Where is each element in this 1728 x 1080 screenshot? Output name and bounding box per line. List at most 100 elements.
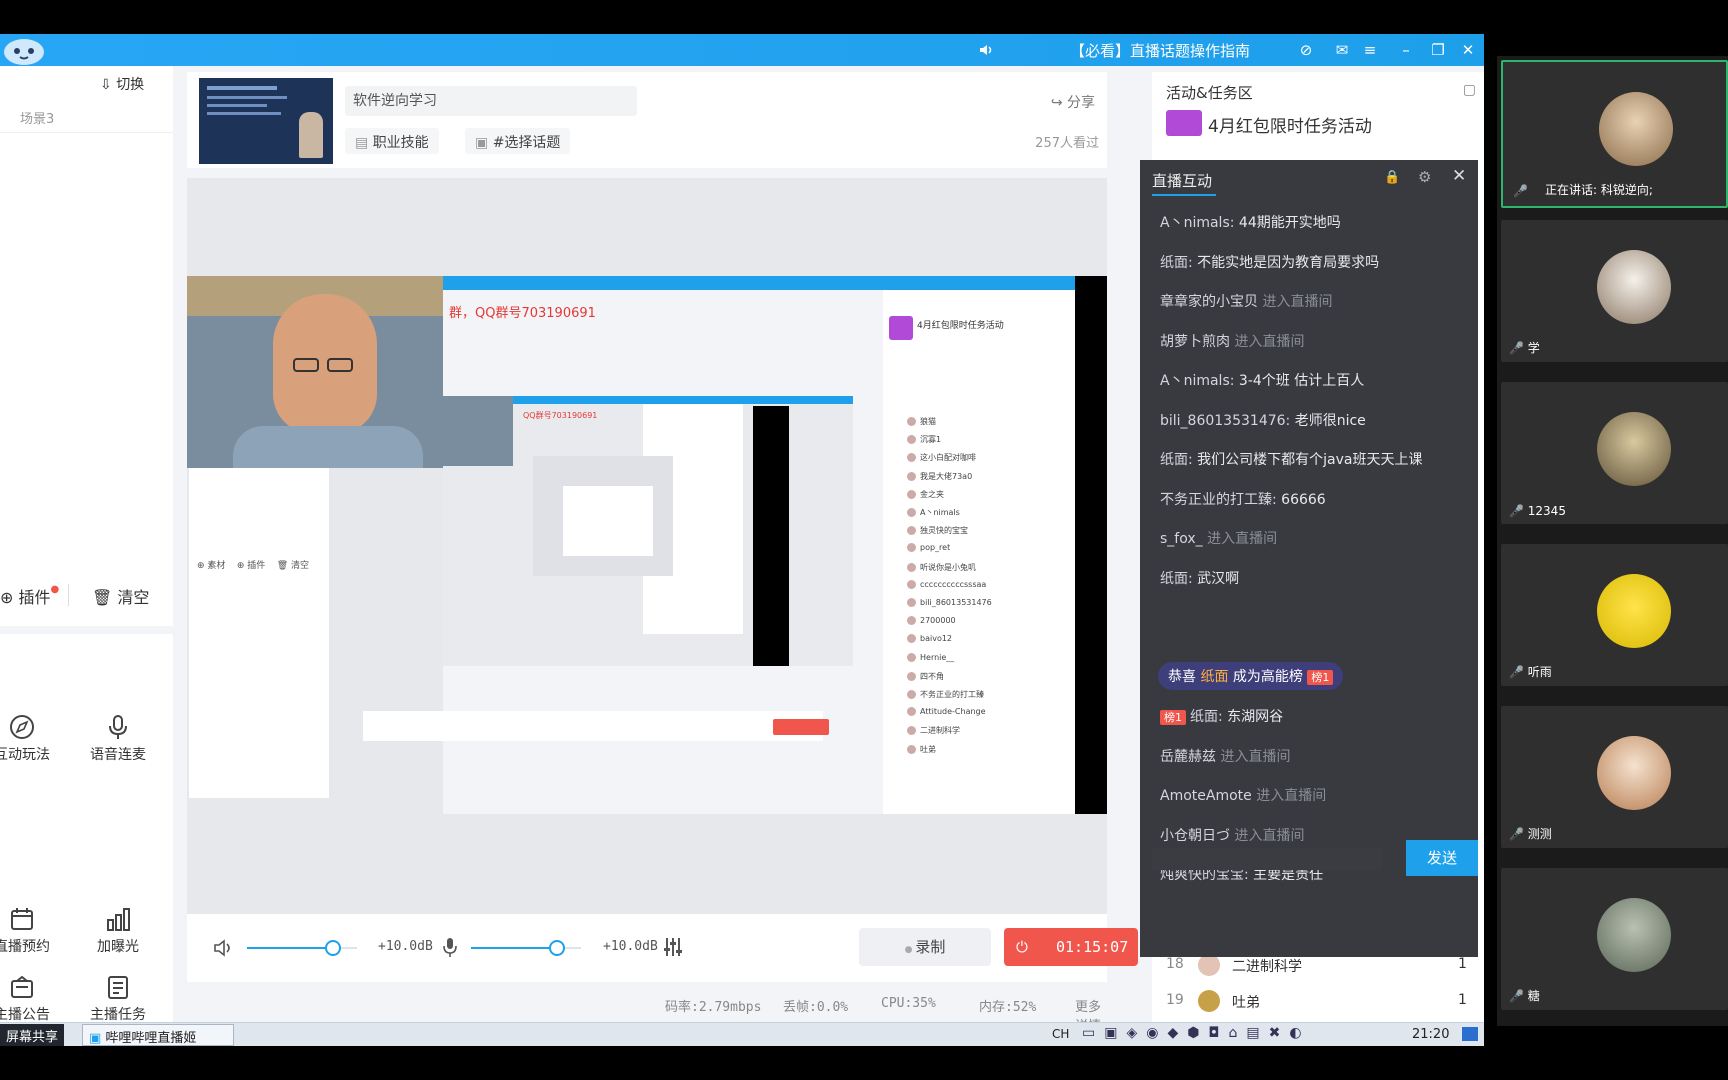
chat-text: 不能实地是因为教育局要求吗	[1197, 254, 1380, 271]
tray-icons[interactable]: ▭▣◈◉◆⬢◘⌂▤✖◐	[1082, 1025, 1311, 1041]
chat-panel: 直播互动 🔒 ⚙ ✕ A丶nimals: 44期能开实地吗 纸面: 不能实地是因为…	[1140, 160, 1478, 957]
participant-tile-speaking[interactable]: 🎤 正在讲话: 科锐逆向;	[1501, 60, 1728, 208]
nested-rank-name: 不务正业的打工臻	[920, 690, 984, 699]
drop-frames-text: 丢帧:0.0%	[783, 1000, 849, 1015]
rank-badge: 榜1	[1160, 710, 1186, 725]
nested-rank-row: 沉寡1	[889, 434, 941, 445]
nested-rank-name: 这小白配对咖啡	[920, 453, 976, 463]
chat-title: 直播互动	[1152, 172, 1213, 190]
plugin-icon: ⊕	[0, 588, 19, 607]
avatar	[1597, 412, 1671, 486]
chat-enter-notice: 胡萝卜煎肉 进入直播间	[1160, 331, 1304, 351]
chat-username[interactable]: 纸面:	[1160, 571, 1193, 587]
chat-username[interactable]: 岳麓赫兹	[1160, 749, 1216, 765]
avatar	[1597, 574, 1671, 648]
chat-message: 纸面: 不能实地是因为教育局要求吗	[1160, 252, 1379, 272]
participant-tile[interactable]: 🎤 听雨	[1501, 544, 1728, 686]
participant-tile[interactable]: 🎤 12345	[1501, 382, 1728, 524]
switch-button[interactable]: ⇩ 切换	[100, 74, 144, 94]
live-reserve-button[interactable]: 直播预约	[0, 906, 62, 956]
window-title[interactable]: 【必看】直播话题操作指南	[1070, 40, 1250, 61]
room-cover[interactable]	[199, 78, 333, 164]
record-button[interactable]: ● 录制	[859, 928, 991, 966]
share-button[interactable]: ↪ 分享	[1051, 92, 1095, 112]
participant-tile[interactable]: 🎤 测测	[1501, 706, 1728, 848]
chat-username[interactable]: 胡萝卜煎肉	[1160, 334, 1230, 350]
chat-message: A丶nimals: 3-4个班 估计上百人	[1160, 370, 1364, 390]
activity-banner[interactable]: 4月红包限时任务活动	[1208, 112, 1372, 137]
participant-tile[interactable]: 🎤 学	[1501, 220, 1728, 362]
chat-username[interactable]: bili_86013531476:	[1160, 413, 1290, 429]
minimize-icon[interactable]: –	[1396, 40, 1416, 60]
nested-rank-row: 金之夹	[889, 489, 944, 500]
settings-icon[interactable]: ⚙	[1418, 168, 1431, 186]
plugin-button[interactable]: ⊕ 插件●	[0, 584, 59, 608]
participant-tile[interactable]: 🎤 糖	[1501, 868, 1728, 1010]
chat-username[interactable]: s_fox_	[1160, 531, 1203, 547]
share-icon: ↪	[1050, 95, 1067, 111]
room-title-field[interactable]: 软件逆向学习	[345, 86, 637, 116]
exposure-button[interactable]: 加曝光	[78, 906, 158, 956]
anchor-task-button[interactable]: 主播任务	[78, 974, 158, 1024]
menu-icon[interactable]: ≡	[1360, 40, 1380, 60]
topic-tag[interactable]: ▣ #选择话题	[465, 128, 571, 154]
chat-username[interactable]: A丶nimals:	[1160, 373, 1234, 389]
scene-item[interactable]: 场景3	[20, 108, 54, 127]
muted-mic-icon: 🎤	[1509, 989, 1524, 1003]
nested-rank-name: 独灵快的宝宝	[920, 526, 968, 536]
taskbar-app-blive[interactable]: ▣ 哔哩哔哩直播姬	[82, 1024, 234, 1046]
nested-rank-name: 四不角	[920, 671, 944, 681]
speaker-volume-slider[interactable]	[247, 940, 357, 956]
mixer-icon[interactable]	[663, 936, 683, 958]
chat-username[interactable]: 纸面:	[1160, 452, 1193, 468]
nested-rank-name: 2700000	[920, 616, 956, 626]
nested-rank-name: 金之夹	[920, 489, 944, 499]
chat-username[interactable]: AmoteAmote	[1160, 788, 1252, 804]
restore-icon[interactable]: ❐	[1428, 40, 1448, 60]
chat-username[interactable]: 纸面:	[1190, 709, 1223, 725]
send-button[interactable]: 发送	[1406, 840, 1478, 876]
chat-enter-notice: 岳麓赫兹 进入直播间	[1160, 746, 1290, 766]
left-panel: ⇩ 切换 场景3 ⊕ 插件● 🗑 清空 互动玩法 语音连麦 直播预约 加曝光 主…	[0, 66, 173, 1046]
avatar	[1599, 92, 1673, 166]
mic-icon[interactable]	[441, 936, 459, 958]
chat-username[interactable]: 纸面:	[1160, 255, 1193, 271]
chat-username[interactable]: A丶nimals:	[1160, 215, 1234, 231]
ime-indicator[interactable]: CH	[1052, 1027, 1069, 1041]
stop-live-button[interactable]: ⏻ 01:15:07	[1004, 928, 1138, 966]
title-bar: 【必看】直播话题操作指南 ⊘ ✉ ≡ – ❐ ✕	[0, 34, 1484, 66]
screen: 【必看】直播话题操作指南 ⊘ ✉ ≡ – ❐ ✕ ⇩ 切换 场景3 ⊕ 插件● …	[0, 0, 1728, 1080]
voice-link-button[interactable]: 语音连麦	[78, 714, 158, 764]
avatar	[1597, 898, 1671, 972]
chat-username[interactable]: 小仓朝日づ	[1160, 828, 1230, 844]
close-icon[interactable]: ✕	[1458, 40, 1478, 60]
chat-text: 东湖网谷	[1227, 709, 1284, 725]
screen-share-button[interactable]: 屏幕共享	[0, 1024, 65, 1046]
mic-volume-slider[interactable]	[471, 940, 581, 956]
chat-message: 纸面: 我们公司楼下都有个java班天天上课	[1160, 449, 1423, 469]
chat-close-icon[interactable]: ✕	[1452, 166, 1466, 186]
topic-icon: ▣	[475, 135, 493, 151]
lock-icon[interactable]: 🔒	[1384, 170, 1400, 185]
chat-input[interactable]	[1152, 848, 1382, 870]
taskbar: 屏幕共享 ▣ 哔哩哔哩直播姬 CH ▭▣◈◉◆⬢◘⌂▤✖◐ 21:20	[0, 1022, 1484, 1046]
speaker-icon[interactable]	[213, 938, 235, 958]
status-check-icon[interactable]: ⊘	[1296, 40, 1316, 60]
collapse-icon[interactable]: ▢	[1463, 82, 1476, 98]
chat-text: 进入直播间	[1220, 748, 1291, 765]
nested-rank-row: 不务正业的打工臻	[889, 689, 984, 700]
muted-mic-icon: 🎤	[1509, 504, 1524, 518]
chat-username[interactable]: 章章家的小宝贝	[1160, 294, 1258, 310]
interactive-play-button[interactable]: 互动玩法	[0, 714, 62, 764]
show-desktop-icon[interactable]	[1462, 1027, 1478, 1041]
chat-username[interactable]: 不务正业的打工臻:	[1160, 492, 1277, 508]
nested-rank-row: 这小白配对咖啡	[889, 452, 976, 463]
task-icon	[105, 974, 131, 1000]
announcement-button[interactable]: 主播公告	[0, 974, 62, 1024]
muted-mic-icon: 🎤	[1509, 341, 1524, 355]
clear-button[interactable]: 🗑 清空	[92, 584, 149, 608]
status-row: 码率:2.79mbps 丢帧:0.0% CPU:35% 内存:52% 更多详情 …	[187, 984, 1107, 1046]
avatar	[1198, 954, 1220, 976]
category-tag[interactable]: ▤ 职业技能	[345, 128, 439, 154]
mail-icon[interactable]: ✉	[1332, 40, 1352, 60]
